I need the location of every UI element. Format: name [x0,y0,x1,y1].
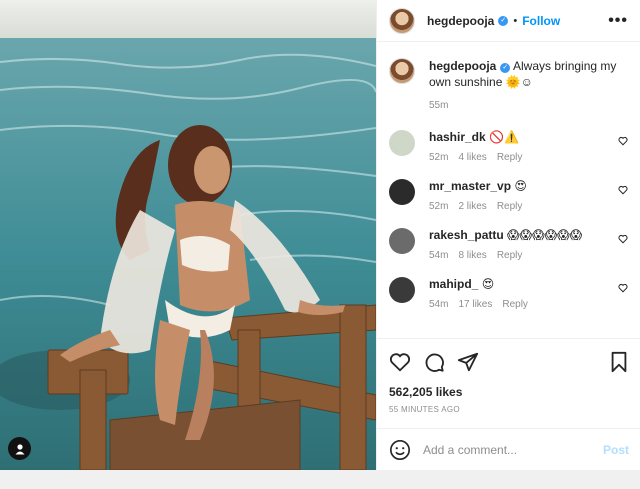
post-photo[interactable] [0,0,376,470]
comment-avatar[interactable] [389,130,415,156]
comment-avatar[interactable] [389,228,415,254]
reply-button[interactable]: Reply [502,299,528,310]
save-bookmark-icon[interactable] [609,351,629,373]
reply-button[interactable]: Reply [497,152,523,163]
instagram-post: hegdepooja ✓ • Follow ••• hegdepooja ✓ Al… [0,0,640,470]
comment-text: 😱😱😱😱😱😱 [507,228,583,242]
follow-button[interactable]: Follow [522,14,560,28]
comment-time: 54m [429,250,449,261]
comment-text: 😍 [481,277,495,291]
person-icon [15,443,24,454]
comment-item: hashir_dk 🚫⚠️ 52m 4 likes Reply [389,130,628,163]
comment-item: mahipd_ 😍 54m 17 likes Reply [389,277,628,310]
more-options-icon[interactable]: ••• [608,12,628,30]
comment-username[interactable]: hashir_dk [429,130,486,144]
comment-item: rakesh_pattu 😱😱😱😱😱😱 54m 8 likes Reply [389,228,628,261]
comment-likes[interactable]: 2 likes [458,201,486,212]
verified-badge-icon: ✓ [498,15,509,26]
emoji-smiley-icon[interactable] [389,439,411,461]
comment-likes[interactable]: 17 likes [458,299,492,310]
beach-photo-illustration [0,0,376,470]
post-side-panel: hegdepooja ✓ • Follow ••• hegdepooja ✓ Al… [376,0,640,470]
like-comment-heart-icon[interactable] [618,185,628,195]
caption-username[interactable]: hegdepooja [429,59,496,73]
comment-username[interactable]: mahipd_ [429,277,478,291]
comment-avatar[interactable] [389,277,415,303]
comment-username[interactable]: rakesh_pattu [429,228,504,242]
comment-input[interactable] [423,442,603,457]
comment-text: 😍 [514,179,527,193]
comment-time: 52m [429,201,449,212]
comment-time: 54m [429,299,449,310]
reply-button[interactable]: Reply [497,250,523,261]
comment-time: 52m [429,152,449,163]
comment-item: mr_master_vp 😍 52m 2 likes Reply [389,179,628,212]
comment-likes[interactable]: 4 likes [458,152,486,163]
add-comment-bar: Post [377,428,640,470]
reply-button[interactable]: Reply [497,201,523,212]
like-comment-heart-icon[interactable] [618,136,628,146]
caption: hegdepooja ✓ Always bringing my own sunsh… [389,58,628,114]
posted-time: 55 MINUTES AGO [389,405,460,414]
caption-avatar[interactable] [389,58,415,84]
post-comment-button[interactable]: Post [603,443,629,457]
post-header: hegdepooja ✓ • Follow ••• [377,0,640,42]
user-tag-button[interactable] [8,437,31,460]
like-comment-heart-icon[interactable] [618,283,628,293]
verified-badge-icon: ✓ [500,63,511,73]
author-avatar[interactable] [389,7,415,34]
like-heart-icon[interactable] [389,351,411,373]
comment-likes[interactable]: 8 likes [458,250,486,261]
likes-count[interactable]: 562,205 likes [389,385,629,399]
comment-text: 🚫⚠️ [489,130,519,144]
comment-username[interactable]: mr_master_vp [429,179,511,193]
comment-avatar[interactable] [389,179,415,205]
post-actions: 562,205 likes 55 MINUTES AGO [377,338,640,414]
share-send-icon[interactable] [457,351,479,373]
comment-bubble-icon[interactable] [423,351,445,373]
like-comment-heart-icon[interactable] [618,234,628,244]
header-separator: • [513,14,518,27]
comments-list[interactable]: hegdepooja ✓ Always bringing my own sunsh… [377,42,640,338]
author-username[interactable]: hegdepooja [427,14,494,28]
caption-time: 55m [429,100,449,111]
